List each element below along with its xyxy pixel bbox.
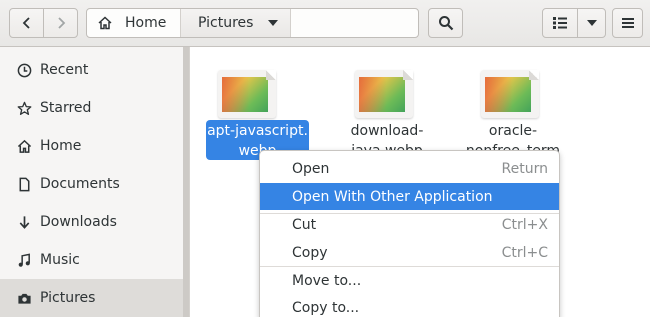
camera-icon <box>17 291 32 306</box>
menu-item-open-with-other-application[interactable]: Open With Other Application <box>260 183 559 210</box>
sidebar-item-label: Downloads <box>40 214 117 230</box>
sidebar-item-downloads[interactable]: Downloads <box>0 203 184 241</box>
download-arrow-icon <box>17 215 32 230</box>
menu-item-shortcut: Ctrl+X <box>501 216 548 233</box>
menu-item-copy-to[interactable]: Copy to... <box>260 294 559 317</box>
menu-item-copy[interactable]: Copy Ctrl+C <box>260 239 559 266</box>
list-view-icon <box>553 17 567 29</box>
home-icon <box>98 16 112 30</box>
menu-item-label: Copy <box>292 244 328 261</box>
menu-item-shortcut: Ctrl+C <box>501 244 548 261</box>
clock-icon <box>17 63 32 78</box>
menu-item-open[interactable]: Open Return <box>260 155 559 182</box>
path-bar: Home Pictures <box>86 8 419 38</box>
context-menu: Open Return Open With Other Application … <box>259 150 560 317</box>
sidebar-item-label: Home <box>40 138 82 154</box>
image-thumbnail <box>218 70 276 118</box>
sidebar-item-label: Pictures <box>40 290 96 306</box>
menu-item-label: Copy to... <box>292 299 360 316</box>
menu-item-label: Move to... <box>292 272 362 289</box>
sidebar: Recent Starred Home Documents Downloads … <box>0 47 190 317</box>
breadcrumb-pictures[interactable]: Pictures <box>181 9 291 37</box>
breadcrumb-home-label: Home <box>125 15 167 31</box>
menu-item-label: Cut <box>292 216 317 233</box>
image-thumbnail <box>481 70 539 118</box>
menu-item-label: Open <box>292 160 330 177</box>
image-thumbnail <box>355 70 413 118</box>
menu-item-cut[interactable]: Cut Ctrl+X <box>260 211 559 238</box>
sidebar-item-home[interactable]: Home <box>0 127 184 165</box>
sidebar-item-starred[interactable]: Starred <box>0 89 184 127</box>
sidebar-item-label: Starred <box>40 100 92 116</box>
sidebar-item-music[interactable]: Music <box>0 241 184 279</box>
star-icon <box>17 101 32 116</box>
home-icon <box>17 139 32 154</box>
chevron-down-icon <box>586 19 597 26</box>
sidebar-item-label: Recent <box>40 62 89 78</box>
search-icon <box>438 16 453 31</box>
menu-item-shortcut: Return <box>501 160 548 177</box>
sidebar-item-recent[interactable]: Recent <box>0 51 184 89</box>
chevron-down-icon <box>268 20 278 26</box>
sidebar-item-pictures[interactable]: Pictures <box>0 279 184 317</box>
forward-icon <box>57 17 65 29</box>
search-button[interactable] <box>428 8 463 38</box>
menu-item-label: Open With Other Application <box>292 188 493 205</box>
main-menu-button[interactable] <box>612 8 643 38</box>
sidebar-item-label: Documents <box>40 176 120 192</box>
document-icon <box>17 177 32 192</box>
breadcrumb-home[interactable]: Home <box>87 9 181 37</box>
music-note-icon <box>17 252 32 268</box>
list-view-button[interactable] <box>542 8 578 38</box>
sidebar-item-documents[interactable]: Documents <box>0 165 184 203</box>
breadcrumb-pictures-label: Pictures <box>198 15 254 31</box>
hamburger-menu-icon <box>621 18 634 28</box>
back-icon <box>22 17 30 29</box>
back-button[interactable] <box>9 8 44 38</box>
forward-button[interactable] <box>43 8 78 38</box>
sidebar-item-label: Music <box>40 252 80 268</box>
sidebar-scrollbar[interactable] <box>183 47 189 317</box>
menu-item-move-to[interactable]: Move to... <box>260 267 559 294</box>
header-bar: Home Pictures <box>0 0 650 47</box>
view-options-button[interactable] <box>577 8 606 38</box>
